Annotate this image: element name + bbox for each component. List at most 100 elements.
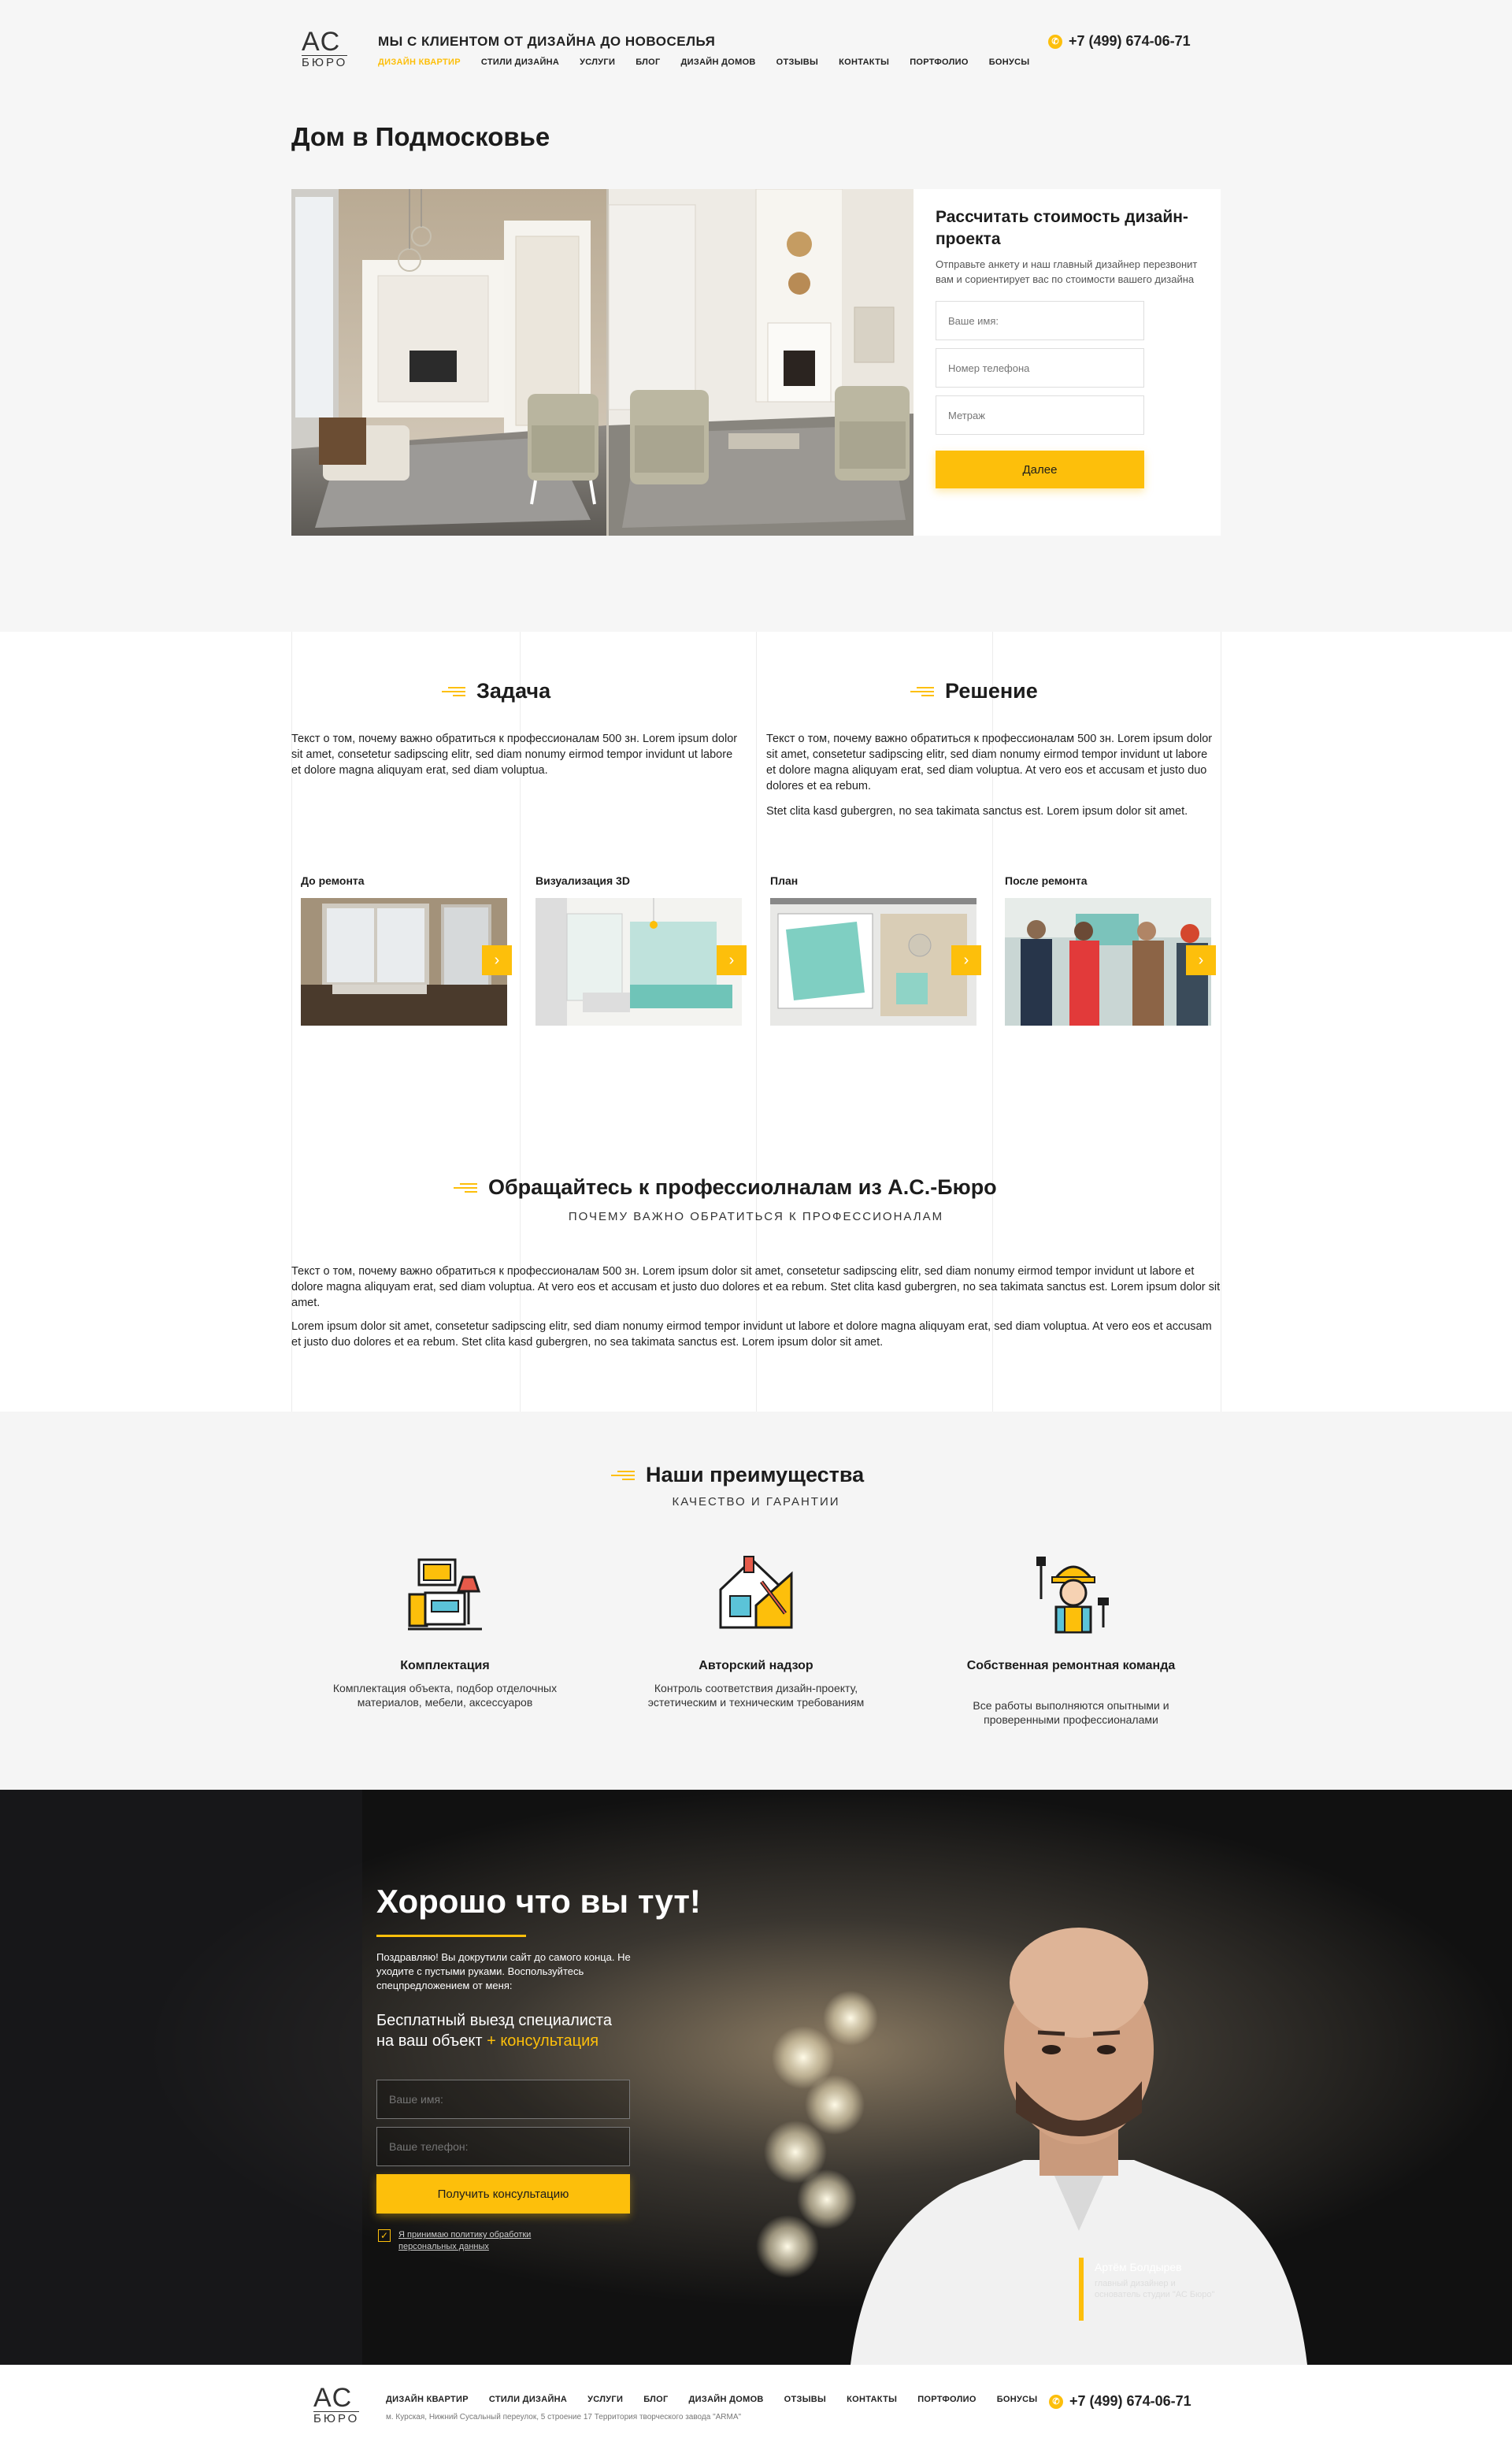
footer-nav-reviews[interactable]: ОТЗЫВЫ [784, 2395, 826, 2404]
advantages-heading: Наши преимущества [606, 1463, 864, 1487]
promo-phone-input[interactable] [376, 2127, 630, 2166]
solution-title: Решение [945, 679, 1038, 703]
advantage-desc-2: Контроль соответствия дизайн-проекту, эс… [647, 1682, 865, 1709]
stage-photo-visualization [536, 898, 742, 1026]
footer-nav-contacts[interactable]: КОНТАКТЫ [847, 2395, 897, 2404]
furniture-icon [402, 1553, 488, 1640]
next-button[interactable]: Далее [936, 451, 1144, 488]
footer-nav-house-design[interactable]: ДИЗАЙН ДОМОВ [689, 2395, 764, 2404]
solution-text-2: Stet clita kasd gubergren, no sea takima… [766, 805, 1188, 818]
arrow-right-icon: › [963, 951, 969, 969]
advantages-subtitle: КАЧЕСТВО И ГАРАНТИИ [672, 1495, 840, 1509]
pros-paragraph-1: Текст о том, почему важно обратиться к п… [291, 1265, 1221, 1309]
nav-item-apartment-design[interactable]: ДИЗАЙН КВАРТИР [378, 58, 461, 67]
consent-checkbox[interactable]: ✓ [378, 2229, 391, 2242]
phone-number: +7 (499) 674-06-71 [1069, 33, 1191, 49]
footer-nav-blog[interactable]: БЛОГ [643, 2395, 668, 2404]
pros-subtitle: ПОЧЕМУ ВАЖНО ОБРАТИТЬСЯ К ПРОФЕССИОНАЛАМ [568, 1210, 944, 1223]
person-caption: Артём Болдырев главный дизайнер и основа… [1095, 2261, 1221, 2300]
builder-icon [1030, 1550, 1117, 1637]
consent-label[interactable]: Я принимаю политику обработки персональн… [398, 2229, 564, 2253]
form-description: Отправьте анкету и наш главный дизайнер … [936, 258, 1198, 285]
interior-photo [291, 189, 914, 536]
footer-phone[interactable]: ✆ +7 (499) 674-06-71 [1049, 2393, 1191, 2410]
site-footer: AC БЮРО ДИЗАЙН КВАРТИР СТИЛИ ДИЗАЙНА УСЛ… [0, 2365, 1512, 2453]
footer-phone-number: +7 (499) 674-06-71 [1069, 2393, 1191, 2409]
next-arrow-button[interactable]: › [482, 945, 512, 975]
footer-address: м. Курская, Нижний Сусальный переулок, 5… [386, 2413, 742, 2421]
task-text: Текст о том, почему важно обратиться к п… [291, 733, 738, 777]
main-nav: ДИЗАЙН КВАРТИР СТИЛИ ДИЗАЙНА УСЛУГИ БЛОГ… [378, 58, 1050, 67]
advantage-title-3: Собственная ремонтная команда [966, 1659, 1176, 1672]
stripes-icon [906, 686, 934, 697]
promo-offer-line-2: на ваш объект [376, 2032, 483, 2050]
nav-item-house-design[interactable]: ДИЗАЙН ДОМОВ [681, 58, 756, 67]
promo-offer: Бесплатный выезд специалиста на ваш объе… [376, 2010, 660, 2051]
advantage-title-1: Комплектация [400, 1659, 490, 1672]
phone-icon: ✆ [1049, 2394, 1063, 2409]
footer-nav-bonuses[interactable]: БОНУСЫ [997, 2395, 1038, 2404]
stripes-icon [449, 1182, 477, 1193]
promo-offer-line-1: Бесплатный выезд специалиста [376, 2012, 612, 2029]
task-title: Задача [476, 679, 551, 703]
nav-item-design-styles[interactable]: СТИЛИ ДИЗАЙНА [481, 58, 559, 67]
footer-nav-services[interactable]: УСЛУГИ [587, 2395, 623, 2404]
person-name: Артём Болдырев [1095, 2261, 1182, 2273]
stage-label-after: После ремонта [1005, 874, 1088, 887]
house-blueprint-icon [713, 1550, 799, 1637]
stage-photo-before [301, 898, 507, 1026]
nav-item-bonuses[interactable]: БОНУСЫ [989, 58, 1030, 67]
task-heading: Задача [437, 679, 550, 703]
promo-title-underline [376, 1935, 526, 1937]
nav-item-services[interactable]: УСЛУГИ [580, 58, 615, 67]
footer-logo-subtext: БЮРО [313, 2411, 360, 2425]
advantage-desc-1: Комплектация объекта, подбор отделочных … [332, 1682, 558, 1709]
arrow-right-icon: › [1198, 951, 1204, 969]
header-phone[interactable]: ✆ +7 (499) 674-06-71 [1048, 33, 1191, 50]
stripes-icon [437, 686, 465, 697]
get-consultation-button[interactable]: Получить консультацию [376, 2174, 630, 2214]
logo-text: AC [302, 27, 341, 57]
nav-item-reviews[interactable]: ОТЗЫВЫ [776, 58, 818, 67]
cost-calculator-form: Рассчитать стоимость дизайн-проекта Отпр… [914, 189, 1221, 536]
next-arrow-button[interactable]: › [717, 945, 747, 975]
pros-title: Обращайтесь к профессиолналам из А.С.-Бю… [488, 1175, 997, 1199]
page-title: Дом в Подмосковье [291, 122, 550, 151]
promo-offer-accent: + консультация [487, 2032, 599, 2050]
footer-nav: ДИЗАЙН КВАРТИР СТИЛИ ДИЗАЙНА УСЛУГИ БЛОГ… [386, 2395, 1058, 2404]
footer-nav-design-styles[interactable]: СТИЛИ ДИЗАЙНА [489, 2395, 567, 2404]
logo-subtext: БЮРО [302, 55, 348, 69]
footer-nav-apartment-design[interactable]: ДИЗАЙН КВАРТИР [386, 2395, 469, 2404]
area-input[interactable] [936, 395, 1144, 435]
person-role: главный дизайнер и основатель студии "АС… [1095, 2279, 1215, 2299]
advantages-title: Наши преимущества [646, 1463, 865, 1486]
stage-photo-after [1005, 898, 1211, 1026]
stage-label-before: До ремонта [301, 874, 365, 887]
advantage-title-2: Авторский надзор [699, 1659, 813, 1672]
footer-logo[interactable]: AC БЮРО [313, 2384, 360, 2425]
site-header: AC БЮРО МЫ С КЛИЕНТОМ ОТ ДИЗАЙНА ДО НОВО… [0, 0, 1512, 95]
pros-heading: Обращайтесь к профессиолналам из А.С.-Бю… [449, 1175, 997, 1200]
promo-text: Поздравляю! Вы докрутили сайт до самого … [376, 1951, 631, 1991]
name-input[interactable] [936, 301, 1144, 340]
consent-checkbox-row: ✓ Я принимаю политику обработки персонал… [378, 2229, 564, 2253]
logo[interactable]: AC БЮРО [302, 27, 348, 69]
nav-item-contacts[interactable]: КОНТАКТЫ [839, 58, 889, 67]
next-arrow-button[interactable]: › [1186, 945, 1216, 975]
pros-paragraph-2: Lorem ipsum dolor sit amet, consetetur s… [291, 1320, 1212, 1349]
arrow-right-icon: › [728, 951, 735, 969]
phone-input[interactable] [936, 348, 1144, 388]
form-title: Рассчитать стоимость дизайн-проекта [936, 208, 1188, 248]
arrow-right-icon: › [494, 951, 500, 969]
stage-photo-plan [770, 898, 976, 1026]
phone-icon: ✆ [1048, 34, 1062, 49]
advantage-desc-3: Все работы выполняются опытными и провер… [973, 1699, 1169, 1726]
nav-item-portfolio[interactable]: ПОРТФОЛИО [910, 58, 969, 67]
footer-nav-portfolio[interactable]: ПОРТФОЛИО [917, 2395, 976, 2404]
promo-section [0, 1790, 1512, 2365]
tagline: МЫ С КЛИЕНТОМ ОТ ДИЗАЙНА ДО НОВОСЕЛЬЯ [378, 34, 716, 49]
next-arrow-button[interactable]: › [951, 945, 981, 975]
promo-name-input[interactable] [376, 2080, 630, 2119]
solution-heading: Решение [906, 679, 1038, 703]
nav-item-blog[interactable]: БЛОГ [636, 58, 660, 67]
